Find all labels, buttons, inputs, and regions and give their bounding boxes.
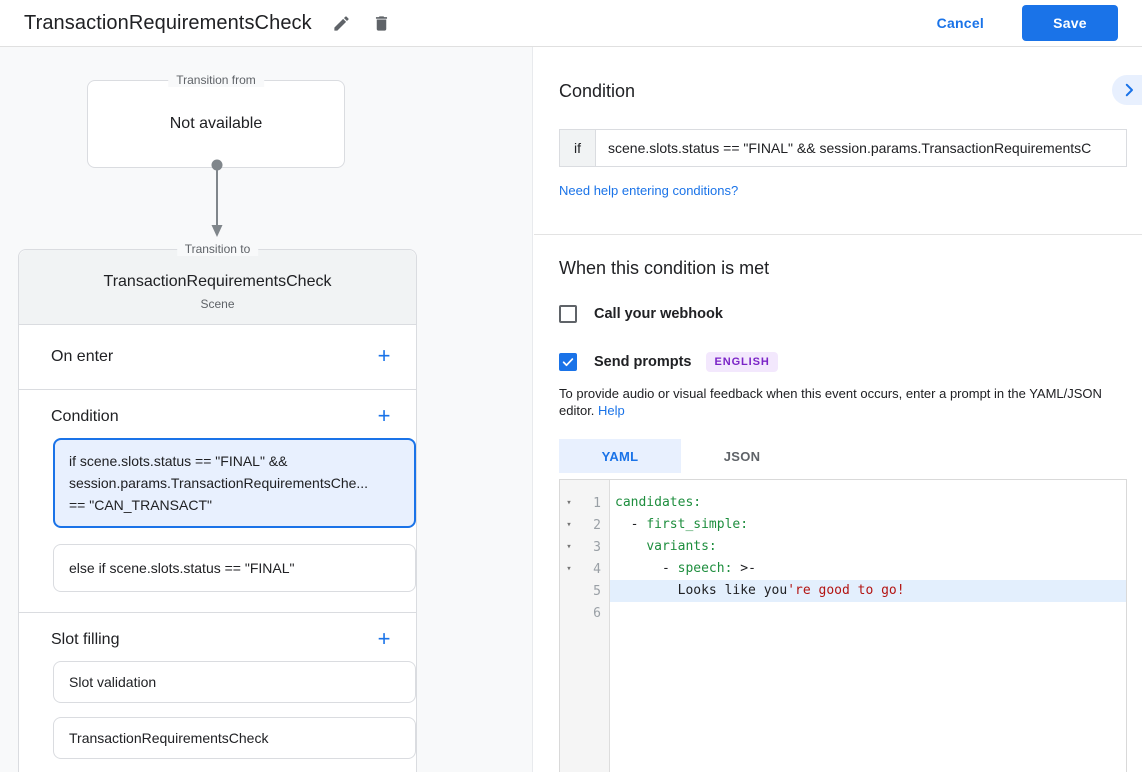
code-token: first_simple: <box>646 517 748 532</box>
fold-toggle-icon[interactable]: ▾ <box>560 564 578 574</box>
line-number: 4 <box>578 562 609 577</box>
cancel-button[interactable]: Cancel <box>937 15 984 31</box>
slot-card[interactable]: Slot validation <box>53 661 416 703</box>
pencil-icon <box>332 14 351 33</box>
scene-card-header[interactable]: TransactionRequirementsCheck Scene <box>19 250 416 325</box>
slot-filling-label: Slot filling <box>51 631 119 649</box>
call-webhook-label[interactable]: Call your webhook <box>594 306 723 322</box>
condition-text-line: else if scene.slots.status == "FINAL" <box>69 557 400 579</box>
trash-icon <box>372 14 391 33</box>
line-number: 5 <box>578 584 609 599</box>
slot-card-label: TransactionRequirementsCheck <box>69 730 268 746</box>
transition-arrow <box>207 157 227 242</box>
code-line[interactable]: candidates: <box>610 492 1126 514</box>
line-number: 2 <box>578 518 609 533</box>
add-icon: + <box>378 626 391 651</box>
when-met-title: When this condition is met <box>559 258 1142 279</box>
edit-title-button[interactable] <box>332 13 352 33</box>
condition-expression-input[interactable] <box>596 129 1127 167</box>
add-on-enter-button[interactable]: + <box>372 345 396 369</box>
editor-code-area[interactable]: candidates: - first_simple: variants: - … <box>610 480 1126 772</box>
slot-card[interactable]: TransactionRequirementsCheck <box>53 717 416 759</box>
condition-expression-row: if <box>559 129 1127 167</box>
condition-text-line: if scene.slots.status == "FINAL" && <box>69 450 400 472</box>
slot-card-label: Slot validation <box>69 674 156 690</box>
delete-scene-button[interactable] <box>372 13 392 33</box>
editor-tabs: YAML JSON <box>559 439 1142 473</box>
code-line[interactable]: - speech: >- <box>610 558 1126 580</box>
code-token: Looks like you <box>615 583 787 598</box>
code-line[interactable]: variants: <box>610 536 1126 558</box>
send-prompts-row: Send prompts ENGLISH <box>559 352 1142 372</box>
scene-graph-panel: Transition from Not available Transition… <box>0 47 533 772</box>
collapse-panel-button[interactable] <box>1112 75 1142 105</box>
condition-section-label: Condition <box>51 408 119 426</box>
condition-card-selected[interactable]: if scene.slots.status == "FINAL" && sess… <box>53 438 416 528</box>
code-line[interactable]: Looks like you're good to go! <box>610 580 1126 602</box>
top-toolbar: TransactionRequirementsCheck Cancel Save <box>0 0 1142 47</box>
condition-panel-title: Condition <box>559 81 1142 102</box>
add-icon: + <box>378 343 391 368</box>
transition-from-label: Transition from <box>168 73 264 87</box>
add-condition-button[interactable]: + <box>372 405 396 429</box>
chevron-right-icon <box>1120 81 1138 99</box>
condition-card[interactable]: else if scene.slots.status == "FINAL" <box>53 544 416 592</box>
code-editor[interactable]: ▾1▾2▾3▾456 candidates: - first_simple: v… <box>559 479 1127 772</box>
scene-card: Transition to TransactionRequirementsChe… <box>18 249 417 772</box>
webhook-row: Call your webhook <box>559 305 1142 323</box>
editor-gutter: ▾1▾2▾3▾456 <box>560 480 610 772</box>
condition-help-link[interactable]: Need help entering conditions? <box>559 183 738 198</box>
code-token: - <box>615 517 646 532</box>
tab-json[interactable]: JSON <box>681 439 803 473</box>
send-prompts-label[interactable]: Send prompts <box>594 354 691 370</box>
tab-yaml[interactable]: YAML <box>559 439 681 473</box>
code-token: candidates: <box>615 495 701 510</box>
scene-name: TransactionRequirementsCheck <box>35 273 400 291</box>
call-webhook-checkbox[interactable] <box>559 305 577 323</box>
code-token <box>615 539 646 554</box>
line-number: 3 <box>578 540 609 555</box>
code-token: 're good to go! <box>787 583 904 598</box>
fold-toggle-icon[interactable]: ▾ <box>560 520 578 530</box>
page-title: TransactionRequirementsCheck <box>24 12 312 35</box>
scene-type: Scene <box>35 297 400 311</box>
code-token: >- <box>732 561 755 576</box>
fold-toggle-icon[interactable]: ▾ <box>560 498 578 508</box>
condition-section: Condition + if scene.slots.status == "FI… <box>19 390 416 613</box>
condition-detail-panel: Condition if Need help entering conditio… <box>534 47 1142 772</box>
transition-to-label: Transition to <box>177 242 259 256</box>
scene-editor-page: TransactionRequirementsCheck Cancel Save… <box>0 0 1142 772</box>
send-prompts-checkbox[interactable] <box>559 353 577 371</box>
condition-text-line: session.params.TransactionRequirementsCh… <box>69 472 400 494</box>
if-prefix-label: if <box>559 129 596 167</box>
save-button[interactable]: Save <box>1022 5 1118 41</box>
add-icon: + <box>378 403 391 428</box>
transition-from-value: Not available <box>170 115 263 133</box>
code-line[interactable]: - first_simple: <box>610 514 1126 536</box>
code-token: - <box>615 561 678 576</box>
prompt-description: To provide audio or visual feedback when… <box>559 385 1129 419</box>
condition-text-line: == "CAN_TRANSACT" <box>69 494 400 516</box>
code-line[interactable] <box>610 602 1126 624</box>
slot-filling-section: Slot filling + Slot validation Transacti… <box>19 613 416 772</box>
code-token: variants: <box>646 539 716 554</box>
line-number: 6 <box>578 606 609 621</box>
on-enter-label: On enter <box>51 348 113 366</box>
prompt-description-text: To provide audio or visual feedback when… <box>559 386 1102 418</box>
fold-toggle-icon[interactable]: ▾ <box>560 542 578 552</box>
check-icon <box>561 355 575 369</box>
language-badge: ENGLISH <box>706 352 777 372</box>
section-divider <box>534 234 1142 235</box>
on-enter-section: On enter + <box>19 325 416 390</box>
line-number: 1 <box>578 496 609 511</box>
code-token: speech: <box>678 561 733 576</box>
prompt-help-link[interactable]: Help <box>598 403 625 418</box>
add-slot-button[interactable]: + <box>372 628 396 652</box>
transition-from-box: Transition from Not available <box>87 80 345 168</box>
